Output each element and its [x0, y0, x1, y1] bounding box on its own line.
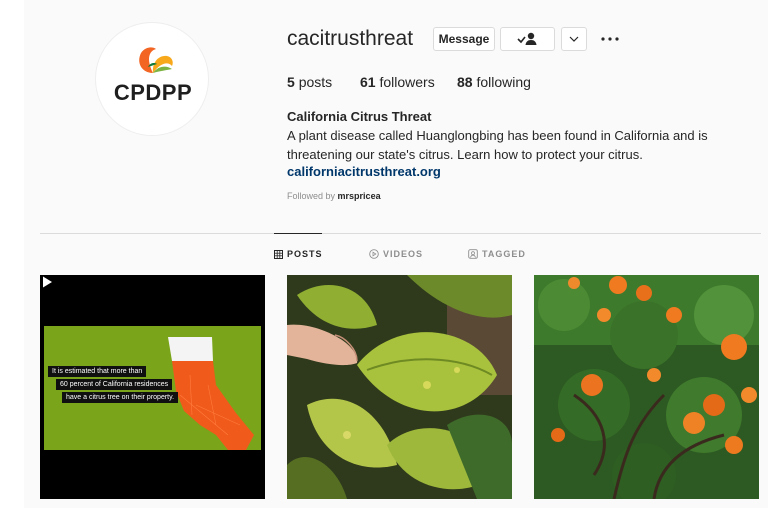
user-check-icon [516, 32, 536, 45]
followers-count-label: followers [379, 74, 435, 90]
orange-tree-image [534, 275, 759, 499]
citrus-leaves-image [287, 275, 512, 499]
tab-videos-label: VIDEOS [383, 249, 424, 259]
profile-bio: A plant disease called Huanglongbing has… [287, 128, 708, 162]
tag-icon [468, 249, 478, 259]
video-caption-line-3: have a citrus tree on their property. [62, 392, 179, 403]
suggestions-dropdown-button[interactable] [561, 27, 587, 51]
avatar-logo-text: CPDPP [113, 80, 193, 105]
tab-tagged[interactable]: TAGGED [468, 249, 526, 259]
followed-by-user: mrspricea [337, 191, 381, 201]
profile-username: cacitrusthreat [287, 27, 414, 50]
followers-count[interactable]: 61 followers [360, 74, 435, 90]
tab-posts-label: POSTS [287, 249, 323, 259]
more-options-icon[interactable] [600, 29, 620, 49]
profile-full-name: California Citrus Threat [287, 109, 432, 124]
grid-icon [274, 249, 283, 259]
followed-by[interactable]: Followed by mrspricea [287, 191, 381, 201]
post-thumbnail-leaves[interactable] [287, 275, 512, 499]
chevron-down-icon [569, 36, 579, 42]
video-caption-line-1: It is estimated that more than [48, 366, 147, 377]
play-circle-icon [369, 249, 379, 259]
video-caption-line-2: 60 percent of California residences [56, 379, 173, 390]
posts-count-value: 5 [287, 74, 295, 90]
tab-tagged-label: TAGGED [482, 249, 526, 259]
posts-count: 5 posts [287, 74, 332, 90]
left-margin [0, 0, 24, 508]
message-button[interactable]: Message [433, 27, 495, 51]
post-thumbnail-video[interactable]: It is estimated that more than 60 percen… [40, 275, 265, 499]
profile-website-link[interactable]: californiacitrusthreat.org [287, 164, 441, 179]
following-count[interactable]: 88 following [457, 74, 531, 90]
video-play-icon [43, 276, 52, 288]
tab-posts[interactable]: POSTS [274, 249, 323, 259]
post-thumbnail-orange-tree[interactable] [534, 275, 759, 499]
profile-page: CPDPP cacitrusthreat Message 5 posts 61 … [0, 0, 768, 508]
tabs-divider [40, 233, 761, 234]
following-count-value: 88 [457, 74, 473, 90]
following-button[interactable] [500, 27, 555, 51]
following-count-label: following [476, 74, 531, 90]
followers-count-value: 61 [360, 74, 376, 90]
posts-count-label: posts [298, 74, 333, 90]
profile-avatar[interactable]: CPDPP [95, 22, 209, 136]
active-tab-indicator [274, 233, 322, 234]
tab-videos[interactable]: VIDEOS [369, 249, 423, 259]
followed-by-prefix: Followed by [287, 191, 336, 201]
